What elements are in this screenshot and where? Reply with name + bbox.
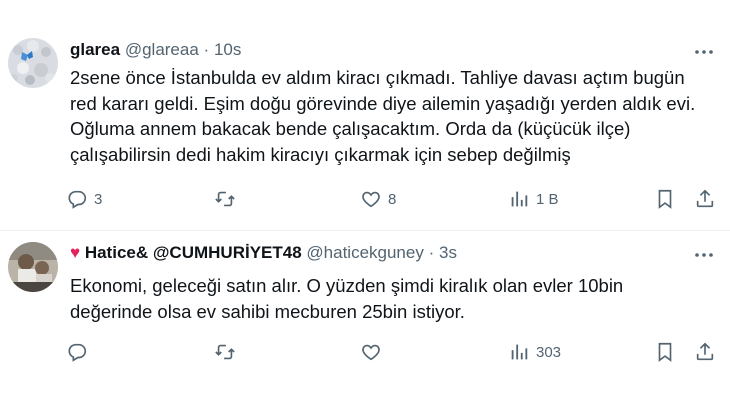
- bookmark-icon: [654, 341, 676, 363]
- reply-icon: [66, 341, 88, 363]
- views-icon: [508, 188, 530, 210]
- tweet[interactable]: ♥ Hatice& @CUMHURİYET48 @haticekguney · …: [0, 230, 730, 419]
- more-icon[interactable]: [692, 243, 716, 267]
- tweet-header: ♥ Hatice& @CUMHURİYET48 @haticekguney · …: [70, 243, 457, 263]
- avatar[interactable]: [8, 242, 58, 292]
- tweet-text: Ekonomi, geleceği satın alır. O yüzden ş…: [70, 273, 720, 324]
- reply-button[interactable]: [66, 338, 94, 366]
- display-name[interactable]: Hatice& @CUMHURİYET48: [85, 243, 302, 262]
- heart-icon: [360, 341, 382, 363]
- tweet-text-line: değerinde olsa ev sahibi mecburen 25bin …: [70, 300, 465, 322]
- views-icon: [508, 341, 530, 363]
- tweet-text-line: Oğluma annem bakacak bende çalışacaktım.…: [70, 118, 631, 139]
- like-count: 8: [388, 190, 397, 208]
- retweet-icon: [214, 188, 236, 210]
- reply-icon: [66, 188, 88, 210]
- tweet[interactable]: glarea @glareaa · 10s 2sene önce İstanbu…: [0, 0, 730, 230]
- share-icon: [694, 188, 716, 210]
- avatar[interactable]: [8, 38, 58, 88]
- retweet-button[interactable]: [214, 185, 242, 213]
- reply-button[interactable]: 3: [66, 185, 102, 213]
- like-button[interactable]: 8: [360, 185, 396, 213]
- views-button[interactable]: 303: [508, 338, 561, 366]
- username[interactable]: @glareaa: [125, 40, 199, 59]
- more-icon[interactable]: [692, 40, 716, 64]
- bookmark-icon: [654, 188, 676, 210]
- action-bar: 303: [66, 338, 726, 366]
- divider: [0, 230, 730, 231]
- timestamp[interactable]: 10s: [214, 40, 241, 59]
- retweet-icon: [214, 341, 236, 363]
- tweet-text-line: çalışabilirsin dedi hakim kiracıyı çıkar…: [70, 143, 571, 165]
- display-name[interactable]: glarea: [70, 40, 120, 59]
- share-button[interactable]: [694, 338, 716, 366]
- share-button[interactable]: [694, 185, 716, 213]
- views-count: 303: [536, 343, 562, 361]
- bookmark-button[interactable]: [654, 338, 676, 366]
- tweet-text: 2sene önce İstanbulda ev aldım kiracı çı…: [70, 65, 720, 167]
- heart-emoji: ♥: [70, 243, 81, 262]
- views-count: 1 B: [536, 190, 559, 208]
- like-button[interactable]: [360, 338, 388, 366]
- avatar-image: [8, 38, 58, 88]
- tweet-header: glarea @glareaa · 10s: [70, 40, 241, 60]
- avatar-image: [8, 242, 58, 292]
- tweet-text-line: red kararı geldi. Eşim doğu görevinde di…: [70, 92, 696, 114]
- share-icon: [694, 341, 716, 363]
- separator: ·: [428, 243, 435, 262]
- retweet-button[interactable]: [214, 338, 242, 366]
- separator: ·: [203, 40, 210, 59]
- bookmark-button[interactable]: [654, 185, 676, 213]
- reply-count: 3: [94, 190, 103, 208]
- username[interactable]: @haticekguney: [306, 243, 423, 262]
- tweet-text-line: 2sene önce İstanbulda ev aldım kiracı çı…: [70, 67, 685, 88]
- views-button[interactable]: 1 B: [508, 185, 559, 213]
- heart-icon: [360, 188, 382, 210]
- tweet-text-line: Ekonomi, geleceği satın alır. O yüzden ş…: [70, 275, 624, 296]
- action-bar: 3 8 1 B: [66, 185, 726, 213]
- timestamp[interactable]: 3s: [439, 243, 457, 262]
